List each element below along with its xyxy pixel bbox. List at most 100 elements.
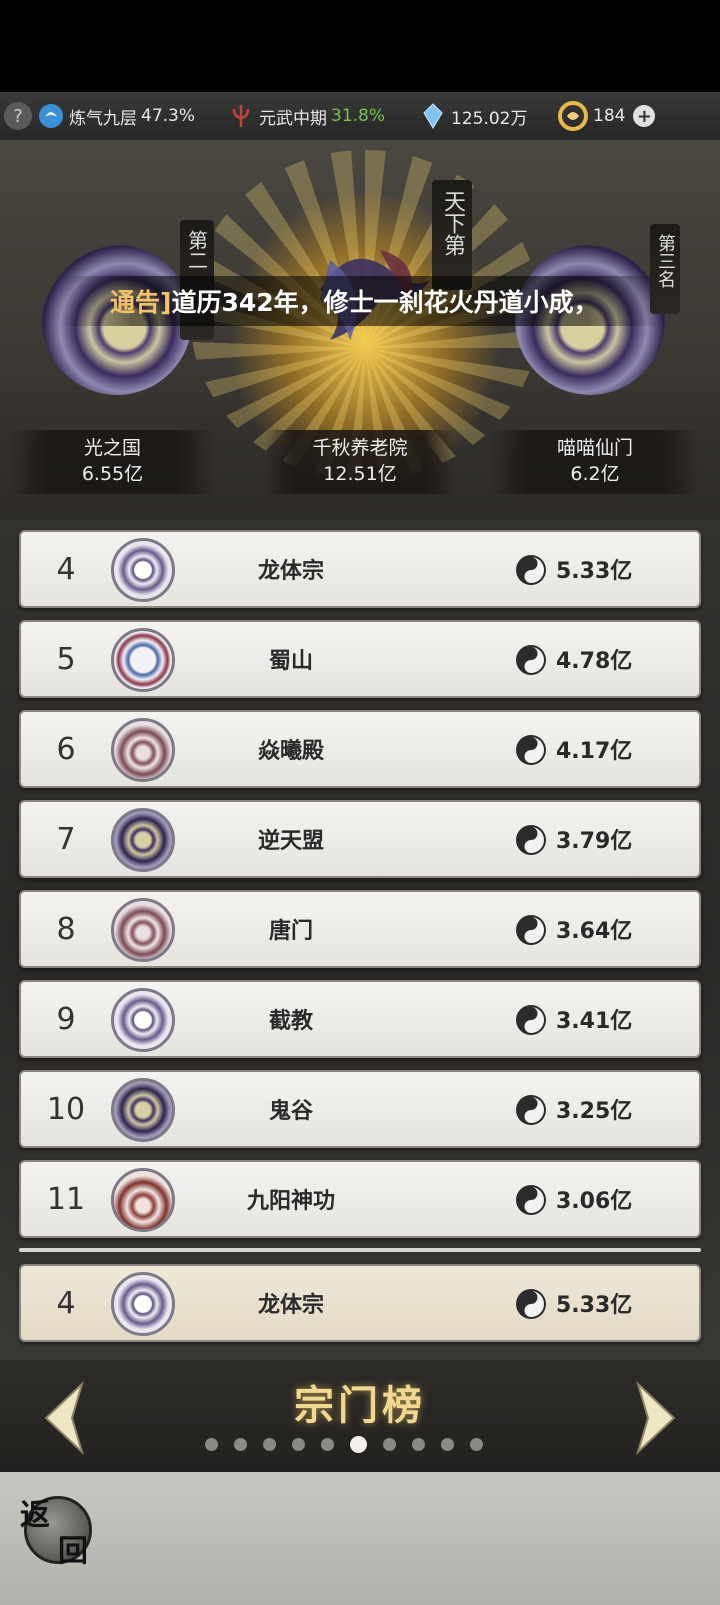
- sect-name: 焱曦殿: [257, 739, 324, 764]
- sect-emblem-icon: [111, 1078, 175, 1142]
- table-row[interactable]: 8 唐门 3.64亿: [19, 890, 701, 968]
- sect-name: 九阳神功: [246, 1189, 335, 1214]
- sect-score: 5.33亿: [556, 1293, 633, 1318]
- trident-icon: [228, 103, 254, 129]
- martial-stat: 元武中期 31.8%: [228, 92, 385, 140]
- rank-number: 10: [46, 1091, 86, 1127]
- spirit-stone-stat: 125.02万: [420, 92, 527, 140]
- podium-first[interactable]: 千秋养老院 12.51亿: [265, 430, 455, 494]
- sect-emblem-icon: [111, 1272, 175, 1336]
- page-dot[interactable]: [205, 1437, 218, 1451]
- podium-first-score: 12.51亿: [323, 463, 397, 485]
- cultivation-pct: 47.3%: [141, 106, 196, 126]
- gold-swirl-icon: [558, 101, 588, 131]
- announcement-ticker: 通告] 道历342年，修士一刹花火丹道小成，: [60, 276, 660, 326]
- sect-name: 鬼谷: [268, 1099, 313, 1124]
- sect-name: 龙体宗: [257, 559, 324, 584]
- previous-board-arrow-icon[interactable]: [38, 1380, 88, 1456]
- page-dot[interactable]: [263, 1437, 276, 1451]
- page-dot[interactable]: [470, 1437, 483, 1451]
- sect-emblem-icon: [111, 718, 175, 782]
- top-black-bar: [0, 0, 720, 92]
- rank-number: 8: [56, 911, 76, 947]
- page-dot[interactable]: [441, 1437, 454, 1451]
- sect-name: 唐门: [268, 919, 313, 944]
- yin-yang-icon: [516, 735, 546, 765]
- yin-yang-icon: [516, 1289, 546, 1319]
- page-dot[interactable]: [350, 1435, 367, 1453]
- resource-status-bar: ? 炼气九层 47.3% 元武中期 31.8% 125.02万 184 +: [0, 92, 720, 140]
- sect-score: 3.64亿: [556, 919, 633, 944]
- back-char-1: 返: [20, 1498, 50, 1533]
- spirit-orb-icon: [38, 103, 64, 129]
- sect-emblem-icon: [111, 1168, 175, 1232]
- table-row[interactable]: 4 龙体宗 5.33亿: [19, 530, 701, 608]
- martial-pct: 31.8%: [331, 106, 386, 126]
- podium-second-name: 光之国: [83, 437, 141, 460]
- table-row[interactable]: 7 逆天盟 3.79亿: [19, 800, 701, 878]
- sect-emblem-icon: [111, 628, 175, 692]
- sect-score: 4.78亿: [556, 649, 633, 674]
- currency-count: 184: [593, 106, 626, 126]
- yin-yang-icon: [516, 555, 546, 585]
- back-button[interactable]: 返 回: [14, 1486, 100, 1572]
- my-sect-row[interactable]: 4 龙体宗 5.33亿: [19, 1264, 701, 1342]
- crystal-icon: [420, 103, 446, 129]
- page-dot[interactable]: [321, 1437, 334, 1451]
- sect-score: 3.41亿: [556, 1009, 633, 1034]
- sect-score: 3.25亿: [556, 1099, 633, 1124]
- table-row[interactable]: 6 焱曦殿 4.17亿: [19, 710, 701, 788]
- rank-number: 11: [46, 1181, 86, 1217]
- rank-number: 4: [56, 551, 76, 587]
- sect-name: 蜀山: [268, 649, 313, 674]
- table-row[interactable]: 5 蜀山 4.78亿: [19, 620, 701, 698]
- table-row[interactable]: 10 鬼谷 3.25亿: [19, 1070, 701, 1148]
- sect-score: 3.79亿: [556, 829, 633, 854]
- top-three-banner: 第二 天下第 第三名 通告] 道历342年，修士一刹花火丹道小成， 光之国 6.…: [0, 140, 720, 520]
- page-dot[interactable]: [383, 1437, 396, 1451]
- bottom-panel: [0, 1472, 720, 1605]
- add-currency-button[interactable]: +: [633, 105, 656, 127]
- page-dot[interactable]: [234, 1437, 247, 1451]
- yin-yang-icon: [516, 825, 546, 855]
- back-char-2: 回: [58, 1534, 88, 1569]
- sect-emblem-icon: [111, 808, 175, 872]
- cultivation-label: 炼气九层: [69, 108, 137, 129]
- page-dot[interactable]: [292, 1437, 305, 1451]
- podium-second[interactable]: 光之国 6.55亿: [10, 430, 215, 494]
- page-indicator-dots: [205, 1434, 483, 1454]
- rank-number: 4: [56, 1285, 76, 1321]
- announcement-tag: 通告]: [110, 288, 172, 317]
- board-title: 宗门榜: [294, 1382, 426, 1429]
- table-row[interactable]: 11 九阳神功 3.06亿: [19, 1160, 701, 1238]
- podium-first-name: 千秋养老院: [312, 437, 408, 460]
- currency-stat: 184 +: [558, 92, 656, 140]
- yin-yang-icon: [516, 1095, 546, 1125]
- podium-third[interactable]: 喵喵仙门 6.2亿: [490, 430, 700, 494]
- sect-score: 3.06亿: [556, 1189, 633, 1214]
- sect-name: 龙体宗: [257, 1293, 324, 1318]
- yin-yang-icon: [516, 1185, 546, 1215]
- martial-label: 元武中期: [259, 108, 327, 129]
- yin-yang-icon: [516, 915, 546, 945]
- spirit-stone-count: 125.02万: [451, 108, 528, 129]
- table-row[interactable]: 9 截教 3.41亿: [19, 980, 701, 1058]
- yin-yang-icon: [516, 1005, 546, 1035]
- next-board-arrow-icon[interactable]: [632, 1380, 682, 1456]
- rank-number: 5: [56, 641, 76, 677]
- podium-third-score: 6.2亿: [570, 463, 620, 485]
- page-dot[interactable]: [412, 1437, 425, 1451]
- rank-number: 6: [56, 731, 76, 767]
- sect-name: 逆天盟: [257, 829, 324, 854]
- help-icon[interactable]: ?: [4, 102, 32, 130]
- rank-number: 7: [56, 821, 76, 857]
- sect-name: 截教: [268, 1009, 313, 1034]
- sect-score: 4.17亿: [556, 739, 633, 764]
- rank-number: 9: [56, 1001, 76, 1037]
- sect-emblem-icon: [111, 538, 175, 602]
- yin-yang-icon: [516, 645, 546, 675]
- announcement-text: 道历342年，修士一刹花火丹道小成，: [171, 288, 599, 317]
- sect-emblem-icon: [111, 898, 175, 962]
- podium-second-score: 6.55亿: [81, 463, 144, 485]
- sect-score: 5.33亿: [556, 559, 633, 584]
